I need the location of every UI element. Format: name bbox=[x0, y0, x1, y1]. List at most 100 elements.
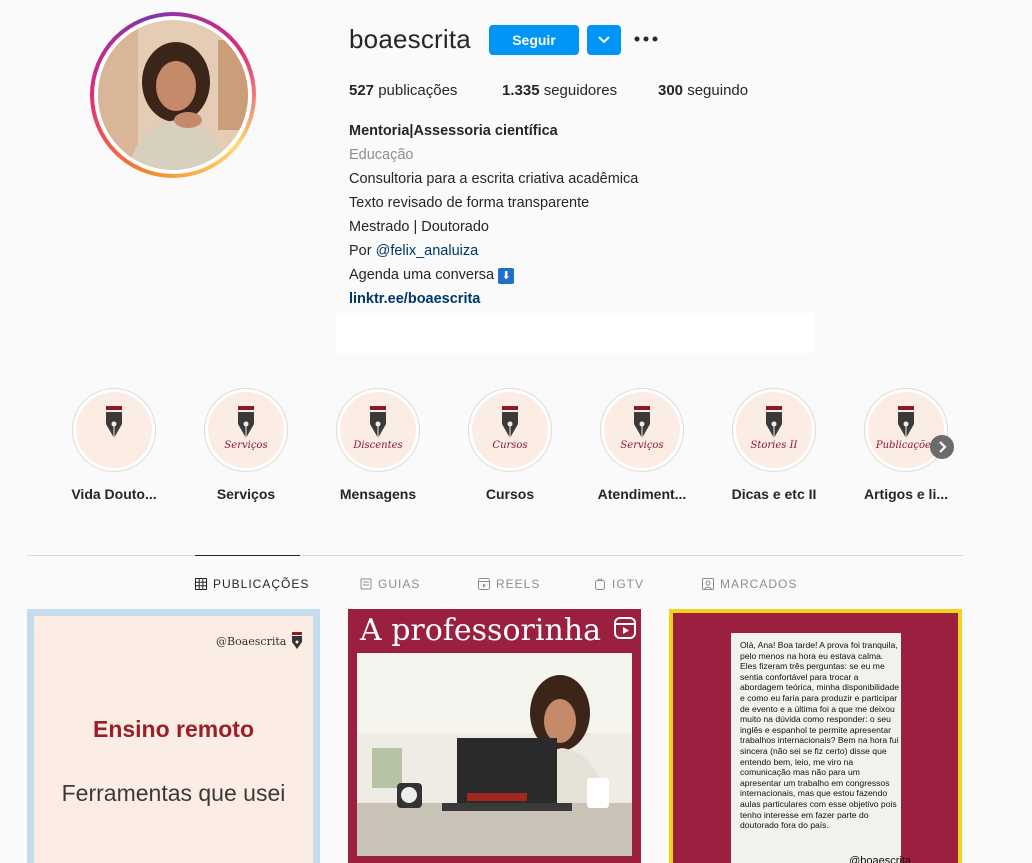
post-background: Olá, Ana! Boa tarde! A prova foi tranqui… bbox=[673, 613, 958, 863]
grid-icon bbox=[195, 578, 207, 590]
fountain-pen-logo-icon bbox=[106, 406, 122, 438]
tab-label: REELS bbox=[496, 577, 541, 591]
message-text: Olá, Ana! Boa tarde! A prova foi tranqui… bbox=[740, 640, 900, 831]
fountain-pen-logo-icon bbox=[634, 406, 650, 438]
post-thumbnail[interactable]: A professorinha bbox=[348, 609, 641, 863]
highlight-label: Atendiment... bbox=[597, 486, 687, 502]
post-photo bbox=[357, 653, 632, 856]
highlight-item[interactable]: Vida Douto... bbox=[71, 388, 157, 502]
highlight-item[interactable]: Serviços Atendiment... bbox=[598, 388, 686, 502]
posts-count: 527 bbox=[349, 82, 375, 99]
bio-line-agenda: Agenda uma conversa ⬇ bbox=[349, 267, 515, 284]
post-thumbnail[interactable]: @Boaescrita Ensino remoto Ferramentas qu… bbox=[27, 609, 320, 863]
highlight-cover: Discentes bbox=[336, 388, 420, 472]
tab-label: GUIAS bbox=[378, 577, 421, 591]
highlight-cover: Stories II bbox=[732, 388, 816, 472]
tab-publicacoes[interactable]: PUBLICAÇÕES bbox=[195, 577, 309, 591]
highlight-cover-bg: Serviços bbox=[604, 392, 680, 468]
chevron-down-icon bbox=[598, 36, 610, 44]
highlight-cover-text: Cursos bbox=[492, 440, 528, 451]
followers-label: seguidores bbox=[543, 82, 618, 99]
profile-avatar[interactable] bbox=[90, 12, 256, 178]
bio-line-1: Consultoria para a escrita criativa acad… bbox=[349, 171, 639, 187]
post-handle: @Boaescrita bbox=[216, 635, 287, 648]
fountain-pen-logo-icon bbox=[238, 406, 254, 438]
guide-icon bbox=[360, 578, 372, 590]
suggested-dropdown-button[interactable] bbox=[587, 25, 621, 55]
reels-icon bbox=[478, 578, 490, 590]
chevron-right-icon bbox=[939, 441, 947, 453]
highlight-item[interactable]: Serviços Serviços bbox=[203, 388, 289, 502]
highlight-cover: Serviços bbox=[600, 388, 684, 472]
highlights-next-button[interactable] bbox=[930, 435, 954, 459]
highlight-label: Mensagens bbox=[339, 486, 417, 502]
fountain-pen-logo-icon bbox=[502, 406, 518, 438]
highlight-label: Vida Douto... bbox=[71, 486, 157, 502]
highlight-cover: Serviços bbox=[204, 388, 288, 472]
followers-count: 1.335 bbox=[502, 82, 540, 99]
tab-label: PUBLICAÇÕES bbox=[213, 577, 310, 591]
post-thumbnail[interactable]: Olá, Ana! Boa tarde! A prova foi tranqui… bbox=[669, 609, 962, 863]
fountain-pen-logo-icon bbox=[370, 406, 386, 438]
tab-label: IGTV bbox=[612, 577, 645, 591]
highlight-cover-text: Serviços bbox=[224, 440, 268, 451]
tab-igtv[interactable]: IGTV bbox=[594, 577, 644, 591]
highlight-cover-bg: Cursos bbox=[472, 392, 548, 468]
highlight-item[interactable]: Cursos Cursos bbox=[467, 388, 553, 502]
more-dots-icon bbox=[634, 36, 658, 42]
highlight-cover: Cursos bbox=[468, 388, 552, 472]
bio-agenda-text: Agenda uma conversa bbox=[349, 267, 495, 283]
username: boaescrita bbox=[349, 24, 471, 54]
reels-badge-icon bbox=[614, 617, 636, 639]
bio-title: Mentoria|Assessoria científica bbox=[349, 123, 558, 139]
following-count: 300 bbox=[658, 82, 684, 99]
highlight-item[interactable]: Discentes Mensagens bbox=[335, 388, 421, 502]
posts-stat: 527 publicações bbox=[349, 82, 457, 99]
post-subtitle: Ferramentas que usei bbox=[61, 780, 286, 806]
highlight-label: Serviços bbox=[216, 486, 276, 502]
post-background: @Boaescrita Ensino remoto Ferramentas qu… bbox=[34, 616, 313, 863]
fountain-pen-logo-icon bbox=[766, 406, 782, 438]
tabs-divider bbox=[27, 555, 963, 556]
posts-label: publicações bbox=[378, 82, 458, 99]
highlight-cover-bg: Stories II bbox=[736, 392, 812, 468]
bio-category: Educação bbox=[349, 147, 414, 163]
highlight-item[interactable]: Stories II Dicas e etc II bbox=[731, 388, 817, 502]
blank-area bbox=[336, 313, 814, 353]
fountain-pen-logo-icon bbox=[898, 406, 914, 438]
bio-line-3: Mestrado | Doutorado bbox=[349, 219, 489, 235]
tagged-icon bbox=[702, 578, 714, 590]
highlight-cover-bg: Discentes bbox=[340, 392, 416, 468]
active-tab-indicator bbox=[195, 555, 300, 556]
following-stat[interactable]: 300 seguindo bbox=[658, 82, 748, 99]
highlight-item[interactable]: Publicações Artigos e li... bbox=[863, 388, 949, 502]
highlight-label: Artigos e li... bbox=[863, 486, 948, 502]
follow-button[interactable]: Seguir bbox=[489, 25, 579, 55]
tab-marcados[interactable]: MARCADOS bbox=[702, 577, 797, 591]
highlight-cover-bg bbox=[76, 392, 152, 468]
bio-mention-link[interactable]: @felix_analuiza bbox=[376, 243, 479, 259]
teacher-photo-illustration bbox=[357, 653, 632, 856]
following-label: seguindo bbox=[687, 82, 749, 99]
highlight-cover: Publicações bbox=[864, 388, 948, 472]
followers-stat[interactable]: 1.335 seguidores bbox=[502, 82, 617, 99]
highlight-cover-text: Serviços bbox=[620, 440, 664, 451]
bio-line-2: Texto revisado de forma transparente bbox=[349, 195, 590, 211]
bio-external-link[interactable]: linktr.ee/boaescrita bbox=[349, 291, 480, 307]
highlight-cover-text: Discentes bbox=[353, 440, 403, 451]
avatar-illustration bbox=[98, 20, 248, 170]
bio-line-by: Por @felix_analuiza bbox=[349, 243, 478, 259]
tab-guias[interactable]: GUIAS bbox=[360, 577, 420, 591]
igtv-icon bbox=[595, 578, 605, 590]
highlight-label: Cursos bbox=[485, 486, 535, 502]
fountain-pen-logo-icon bbox=[292, 632, 302, 649]
highlight-cover-bg: Serviços bbox=[208, 392, 284, 468]
bio-by-prefix: Por bbox=[349, 243, 372, 259]
tab-label: MARCADOS bbox=[720, 577, 798, 591]
message-card: Olá, Ana! Boa tarde! A prova foi tranqui… bbox=[731, 633, 911, 863]
post-handle: @boaescrita bbox=[849, 855, 911, 863]
avatar-inner-border bbox=[94, 16, 252, 174]
more-options-button[interactable] bbox=[634, 24, 658, 54]
tab-reels[interactable]: REELS bbox=[478, 577, 540, 591]
highlight-cover-text: Stories II bbox=[750, 440, 798, 451]
